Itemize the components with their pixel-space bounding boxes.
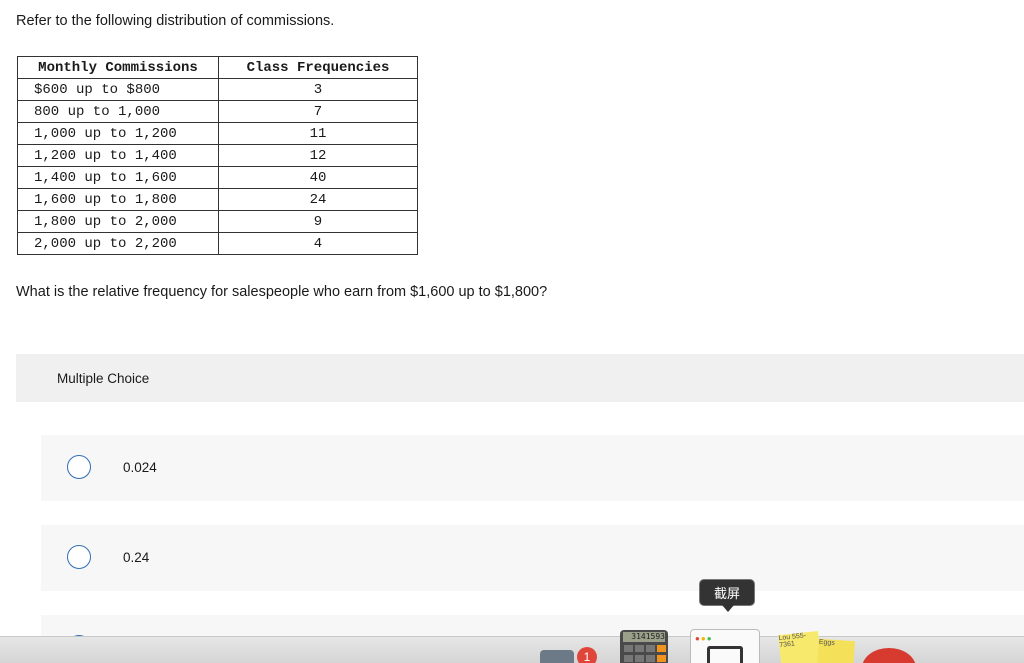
commissions-table: Monthly Commissions Class Frequencies $6…: [17, 56, 418, 255]
multiple-choice-header: Multiple Choice: [16, 354, 1024, 402]
answer-option-2[interactable]: 0.24: [41, 525, 1024, 591]
table-row: 1,200 up to 1,400 12: [17, 144, 418, 167]
table-row: 1,800 up to 2,000 9: [17, 210, 418, 233]
window-controls-icon: ●●●: [695, 634, 713, 643]
table-row: 800 up to 1,000 7: [17, 100, 418, 123]
radio-button[interactable]: [67, 455, 91, 479]
dock-tooltip: 截屏: [699, 579, 755, 612]
table-cell-commission: $600 up to $800: [17, 78, 219, 101]
table-cell-frequency: 3: [218, 78, 418, 101]
stickies-app-icon[interactable]: Lou 555-7361: [778, 631, 822, 663]
table-cell-frequency: 24: [218, 188, 418, 211]
table-cell-frequency: 40: [218, 166, 418, 189]
table-cell-commission: 1,800 up to 2,000: [17, 210, 219, 233]
answer-option-label: 0.24: [123, 550, 150, 565]
stickies-note-icon[interactable]: Eggs: [816, 638, 856, 663]
sticky-note-text: Lou 555-7361: [778, 632, 807, 650]
table-row: 1,400 up to 1,600 40: [17, 166, 418, 189]
table-row: $600 up to $800 3: [17, 78, 418, 101]
multiple-choice-label: Multiple Choice: [57, 371, 150, 386]
answer-option-1[interactable]: 0.024: [41, 435, 1024, 501]
table-cell-commission: 1,600 up to 1,800: [17, 188, 219, 211]
table-cell-frequency: 9: [218, 210, 418, 233]
table-row: 2,000 up to 2,200 4: [17, 232, 418, 255]
table-cell-commission: 2,000 up to 2,200: [17, 232, 219, 255]
table-cell-commission: 1,400 up to 1,600: [17, 166, 219, 189]
screenshot-frame-icon: [707, 646, 743, 663]
column-header-commissions: Monthly Commissions: [17, 56, 219, 79]
radio-button[interactable]: [67, 545, 91, 569]
table-cell-frequency: 7: [218, 100, 418, 123]
sticky-note-text: Eggs: [818, 638, 836, 647]
table-cell-commission: 800 up to 1,000: [17, 100, 219, 123]
answer-option-label: 0.024: [123, 460, 157, 475]
screenshot-app-icon[interactable]: ●●●: [690, 629, 760, 663]
table-cell-frequency: 12: [218, 144, 418, 167]
calculator-app-icon[interactable]: 3141593: [620, 630, 668, 663]
column-header-frequencies: Class Frequencies: [218, 56, 418, 79]
intro-text: Refer to the following distribution of c…: [16, 13, 335, 29]
table-header-row: Monthly Commissions Class Frequencies: [17, 56, 418, 79]
table-cell-commission: 1,200 up to 1,400: [17, 144, 219, 167]
table-row: 1,600 up to 1,800 24: [17, 188, 418, 211]
table-cell-frequency: 11: [218, 122, 418, 145]
table-cell-commission: 1,000 up to 1,200: [17, 122, 219, 145]
system-app-icon[interactable]: [540, 650, 574, 663]
calculator-display: 3141593: [623, 632, 665, 642]
notification-badge: 1: [577, 647, 597, 663]
table-cell-frequency: 4: [218, 232, 418, 255]
table-row: 1,000 up to 1,200 11: [17, 122, 418, 145]
question-text: What is the relative frequency for sales…: [16, 284, 548, 300]
